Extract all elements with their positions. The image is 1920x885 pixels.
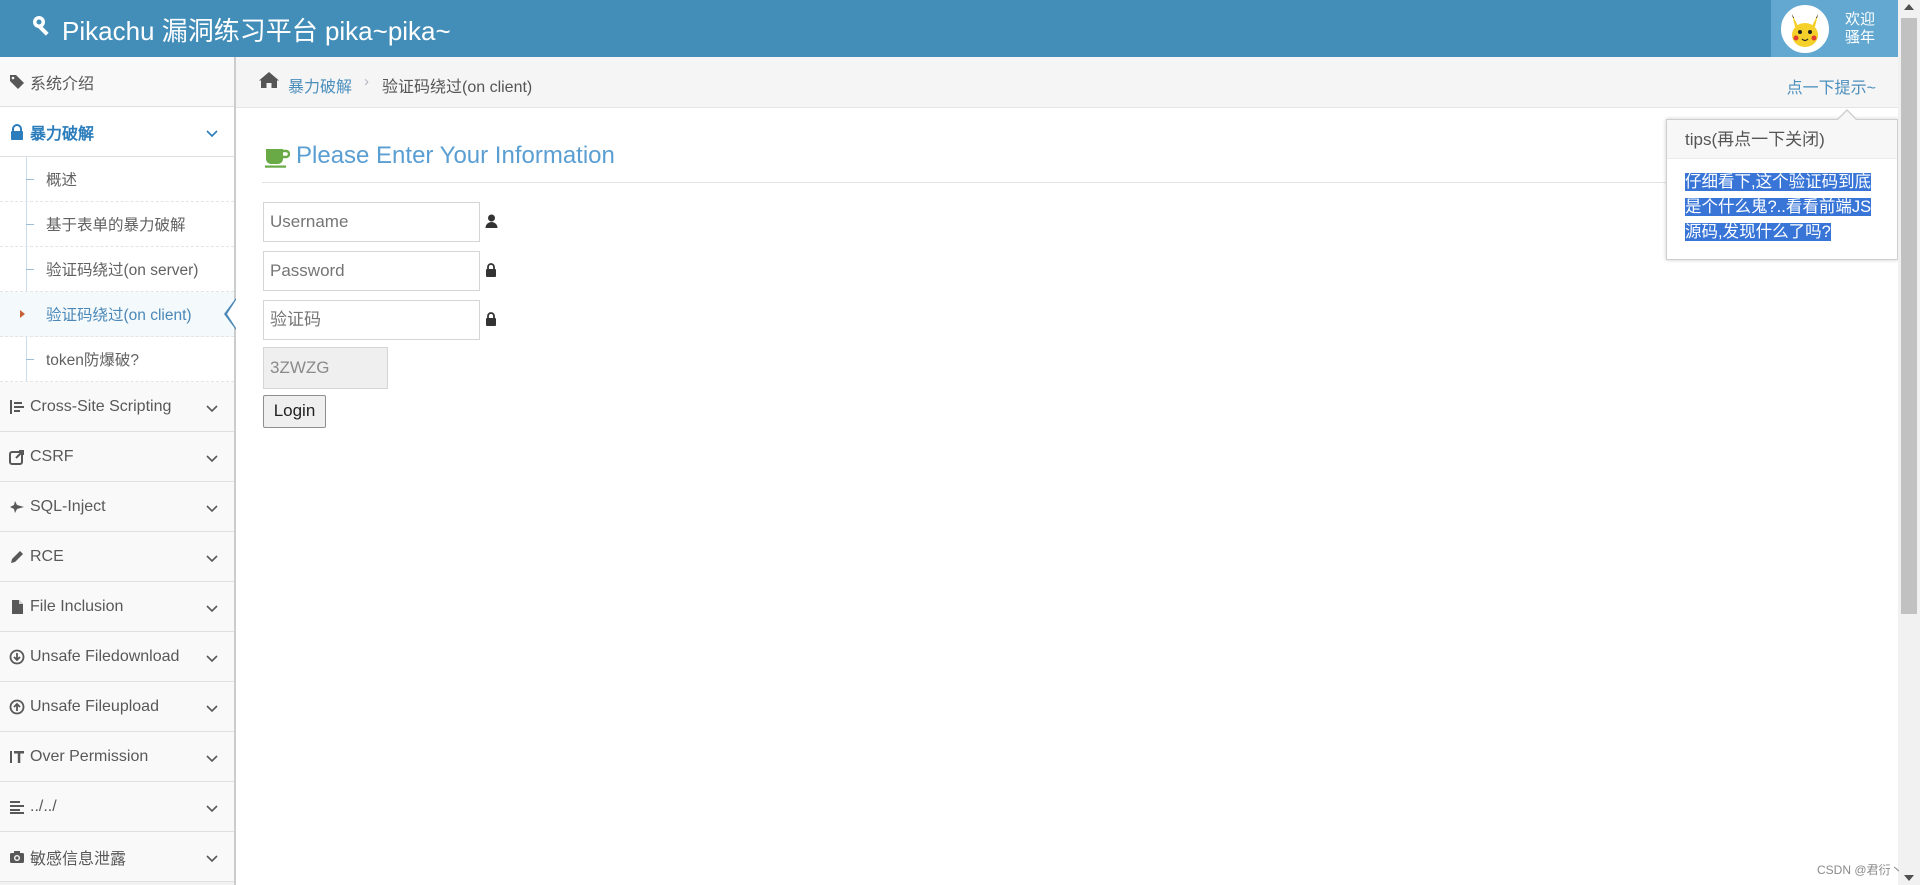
- fighter-jet-icon: [8, 499, 26, 515]
- submenu-item-overview[interactable]: 概述: [0, 157, 234, 202]
- sidebar-item-file-inclusion[interactable]: File Inclusion: [0, 582, 234, 632]
- breadcrumb-separator: ›: [364, 73, 369, 90]
- popover-arrow-inner: [1837, 111, 1857, 121]
- home-icon[interactable]: [258, 71, 280, 94]
- submenu-item-captcha-server[interactable]: 验证码绕过(on server): [0, 247, 234, 292]
- sidebar-item-csrf[interactable]: CSRF: [0, 432, 234, 482]
- sidebar-item-label: Unsafe Fileupload: [30, 697, 159, 715]
- submenu-item-captcha-client[interactable]: 验证码绕过(on client): [0, 292, 236, 337]
- sidebar-item-label: SQL-Inject: [30, 497, 106, 515]
- welcome-text: 欢迎 骚年: [1845, 11, 1875, 47]
- scroll-down-icon[interactable]: [1904, 875, 1914, 881]
- sidebar-item-xss[interactable]: Cross-Site Scripting: [0, 382, 234, 432]
- sidebar: 系统介绍 暴力破解 概述 基于表单的暴力破解 验证码绕过(on server) …: [0, 57, 236, 885]
- avatar: [1781, 4, 1829, 53]
- chevron-down-icon: [206, 450, 218, 468]
- captcha-input[interactable]: [263, 300, 480, 340]
- watermark: CSDN @君衍丶: [1817, 863, 1903, 877]
- coffee-icon: [264, 146, 291, 173]
- sidebar-item-label: 敏感信息泄露: [30, 850, 127, 868]
- popover-title: tips(再点一下关闭): [1667, 120, 1897, 159]
- camera-icon: [8, 850, 26, 864]
- tags-icon: [8, 74, 26, 90]
- sidebar-item-path-traversal[interactable]: ../../: [0, 782, 234, 832]
- vertical-scrollbar[interactable]: [1898, 0, 1920, 885]
- sidebar-item-label: 系统介绍: [30, 75, 95, 93]
- brand-title: Pikachu 漏洞练习平台 pika~pika~: [62, 16, 451, 46]
- sitemap-icon: [8, 399, 26, 415]
- username-input[interactable]: [263, 202, 480, 242]
- chevron-down-icon: [206, 600, 218, 618]
- sidebar-item-info-leak[interactable]: 敏感信息泄露: [0, 832, 234, 882]
- active-pointer-inner: [227, 300, 236, 328]
- welcome-line-1: 欢迎: [1845, 10, 1876, 28]
- login-button[interactable]: Login: [263, 395, 326, 428]
- lock-icon: [485, 312, 497, 331]
- sidebar-item-bruteforce[interactable]: 暴力破解: [0, 107, 234, 157]
- sidebar-item-label: File Inclusion: [30, 597, 124, 615]
- chevron-down-icon: [206, 850, 218, 868]
- submenu-item-label: 验证码绕过(on client): [46, 307, 192, 324]
- sidebar-item-over-permission[interactable]: Over Permission: [0, 732, 234, 782]
- submenu-item-token[interactable]: token防爆破?: [0, 337, 234, 382]
- chevron-down-icon: [206, 500, 218, 518]
- sidebar-item-label: Cross-Site Scripting: [30, 397, 172, 415]
- sidebar-item-label: ../../: [30, 797, 57, 815]
- breadcrumb-parent-link[interactable]: 暴力破解: [288, 73, 352, 97]
- lock-icon: [8, 123, 26, 140]
- scrollbar-thumb[interactable]: [1901, 18, 1917, 614]
- scroll-up-icon[interactable]: [1904, 4, 1914, 10]
- upload-icon: [8, 699, 26, 715]
- sidebar-item-sqli[interactable]: SQL-Inject: [0, 482, 234, 532]
- submenu-item-label: token防爆破?: [46, 352, 140, 369]
- hint-link[interactable]: 点一下提示~: [1787, 74, 1876, 98]
- chevron-down-icon: [206, 650, 218, 668]
- user-icon: [485, 214, 498, 233]
- popover-content: 仔细看下,这个验证码到底是个什么鬼?..看看前端JS源码,发现什么了吗?: [1667, 159, 1897, 245]
- align-left-icon: [8, 800, 26, 814]
- tips-popover[interactable]: tips(再点一下关闭) 仔细看下,这个验证码到底是个什么鬼?..看看前端JS源…: [1666, 109, 1898, 260]
- breadcrumb: 暴力破解 › 验证码绕过(on client) 点一下提示~: [236, 57, 1898, 108]
- submenu-item-label: 验证码绕过(on server): [46, 262, 199, 279]
- chevron-down-icon: [206, 750, 218, 768]
- sidebar-item-label: Over Permission: [30, 747, 149, 765]
- sidebar-item-label: Unsafe Filedownload: [30, 647, 180, 665]
- popover-text: 仔细看下,这个验证码到底是个什么鬼?..看看前端JS源码,发现什么了吗?: [1685, 173, 1872, 241]
- welcome-line-2: 骚年: [1845, 28, 1876, 46]
- sidebar-item-label: CSRF: [30, 447, 74, 465]
- chevron-down-icon: [206, 550, 218, 568]
- submenu-item-label: 基于表单的暴力破解: [46, 217, 186, 234]
- sidebar-item-label: 暴力破解: [30, 125, 95, 143]
- sidebar-item-label: RCE: [30, 547, 64, 565]
- captcha-code-display[interactable]: 3ZWZG: [263, 347, 388, 389]
- page-header: Please Enter Your Information: [262, 138, 1898, 183]
- password-input[interactable]: [263, 251, 480, 291]
- chevron-down-icon: [206, 400, 218, 418]
- page-title: Please Enter Your Information: [296, 142, 615, 169]
- user-menu[interactable]: 欢迎 骚年: [1771, 0, 1898, 57]
- download-icon: [8, 649, 26, 665]
- chevron-down-icon: [206, 125, 218, 143]
- submenu-item-label: 概述: [46, 172, 78, 189]
- chevron-down-icon: [206, 800, 218, 818]
- breadcrumb-current: 验证码绕过(on client): [382, 79, 533, 96]
- text-height-icon: [8, 749, 26, 765]
- pencil-icon: [8, 549, 26, 565]
- wrench-icon: [30, 14, 54, 45]
- brand[interactable]: Pikachu 漏洞练习平台 pika~pika~: [30, 11, 451, 48]
- file-icon: [8, 599, 26, 615]
- lock-icon: [485, 263, 497, 282]
- sidebar-item-filedownload[interactable]: Unsafe Filedownload: [0, 632, 234, 682]
- share-icon: [8, 449, 26, 465]
- sidebar-item-fileupload[interactable]: Unsafe Fileupload: [0, 682, 234, 732]
- sidebar-item-rce[interactable]: RCE: [0, 532, 234, 582]
- top-navbar: Pikachu 漏洞练习平台 pika~pika~ 欢迎 骚年: [0, 0, 1898, 57]
- sidebar-item-intro[interactable]: 系统介绍: [0, 57, 234, 107]
- submenu-item-form-bruteforce[interactable]: 基于表单的暴力破解: [0, 202, 234, 247]
- submenu-bruteforce: 概述 基于表单的暴力破解 验证码绕过(on server) 验证码绕过(on c…: [0, 157, 236, 382]
- chevron-down-icon: [206, 700, 218, 718]
